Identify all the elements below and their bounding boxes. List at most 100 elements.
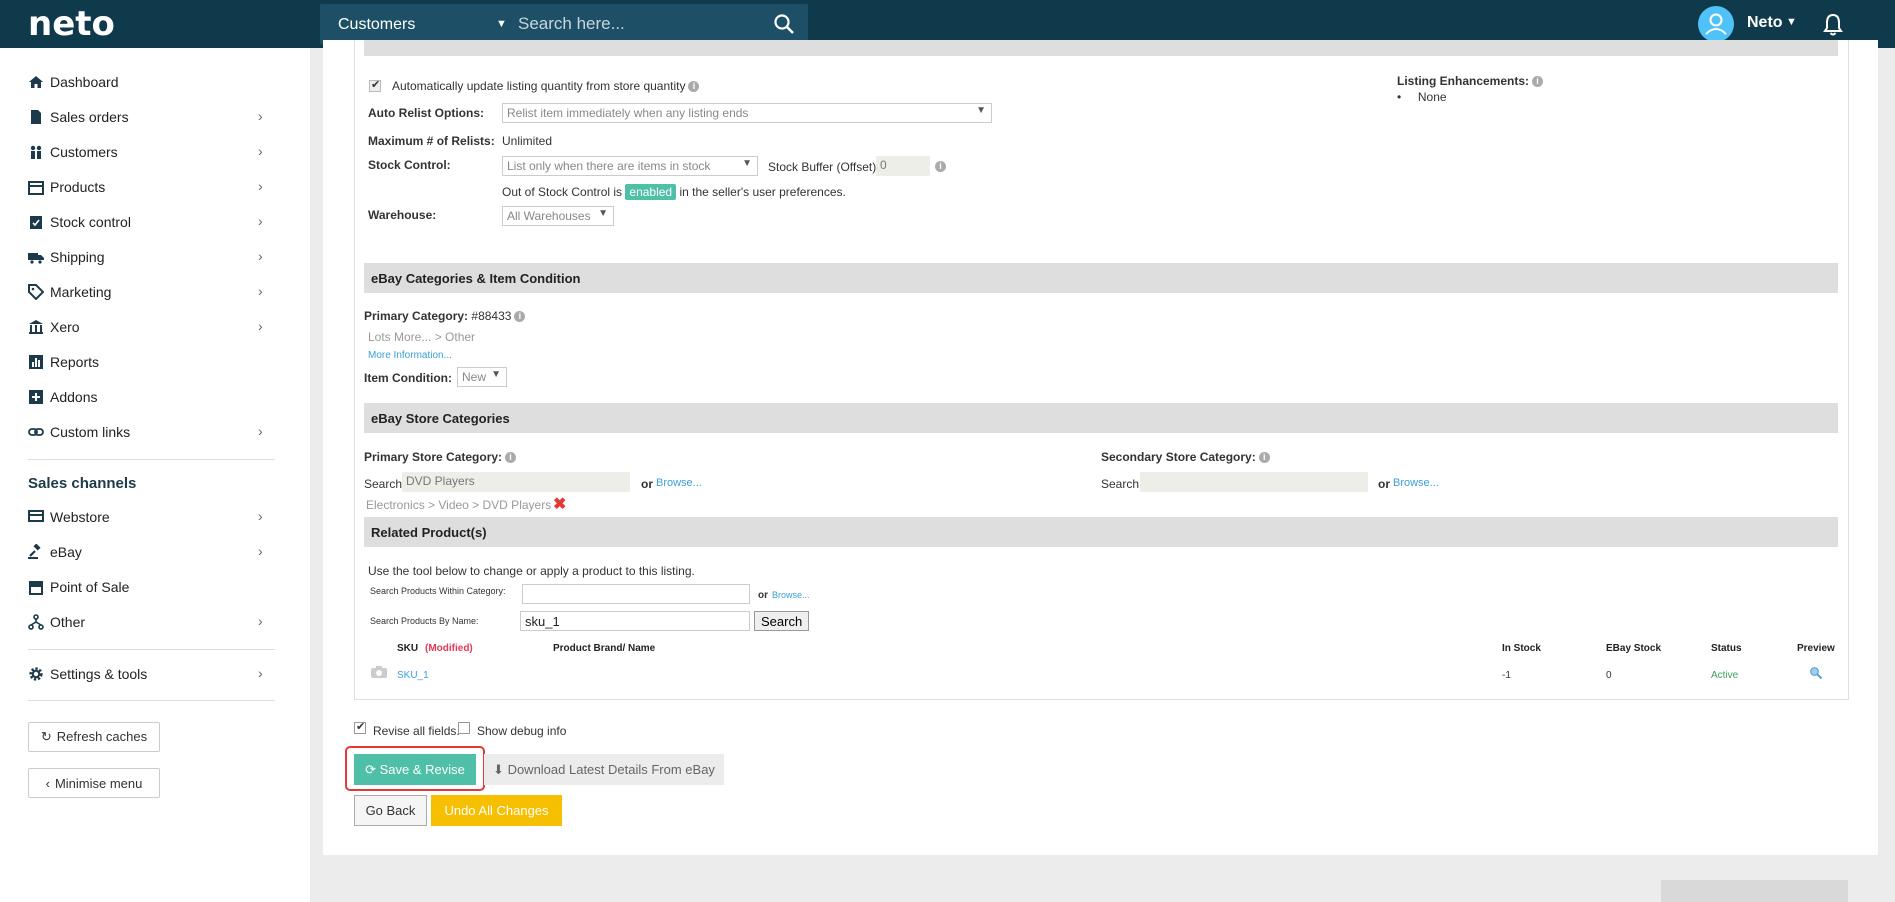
primary-category-path: Lots More... > Other xyxy=(368,330,476,344)
ebay-stock-cell: 0 xyxy=(1606,670,1612,681)
refresh-icon: ↻ xyxy=(40,729,52,744)
primary-store-search-input[interactable]: DVD Players xyxy=(402,472,630,492)
clipboard-icon xyxy=(30,216,42,229)
people-icon xyxy=(30,145,42,159)
primary-browse-link[interactable]: Browse... xyxy=(656,477,702,489)
or-label: or xyxy=(758,590,768,601)
sidebar-item-other[interactable]: Other › xyxy=(28,611,278,635)
bell-icon[interactable] xyxy=(1822,12,1844,36)
revise-all-checkbox[interactable] xyxy=(354,720,366,734)
info-icon[interactable]: i xyxy=(1532,76,1544,88)
caret-down-icon[interactable]: ▼ xyxy=(1786,16,1797,28)
status-badge: Active xyxy=(1711,670,1739,681)
sidebar-footer xyxy=(0,870,310,902)
tag-icon xyxy=(28,284,44,300)
sidebar-item-ebay[interactable]: eBay › xyxy=(28,541,278,565)
download-details-button[interactable]: ⬇ Download Latest Details From eBay xyxy=(484,754,724,785)
col-preview: Preview xyxy=(1797,643,1835,654)
chevron-right-icon: › xyxy=(258,543,263,559)
auto-relist-select[interactable]: Relist item immediately when any listing… xyxy=(502,103,992,123)
secondary-browse-link[interactable]: Browse... xyxy=(1393,477,1439,489)
debug-checkbox[interactable] xyxy=(458,722,470,734)
sidebar-item-point-of-sale[interactable]: Point of Sale xyxy=(28,576,278,600)
sku-link[interactable]: SKU_1 xyxy=(397,670,429,681)
stock-buffer-input[interactable]: 0 xyxy=(876,156,930,176)
preview-search-icon[interactable] xyxy=(1809,666,1823,680)
sidebar-item-settings-tools[interactable]: Settings & tools › xyxy=(28,663,278,687)
sidebar-item-marketing[interactable]: Marketing › xyxy=(28,281,278,305)
minimise-menu-button[interactable]: ‹ Minimise menu xyxy=(28,768,160,798)
store-icon xyxy=(29,581,43,595)
info-icon[interactable]: i xyxy=(1258,452,1270,464)
info-icon[interactable]: i xyxy=(688,81,700,93)
item-condition-label: Item Condition: xyxy=(364,371,452,385)
user-menu-name[interactable]: Neto xyxy=(1747,14,1783,32)
caret-down-icon: ▼ xyxy=(742,158,752,169)
search-scope-select[interactable]: Customers xyxy=(338,16,415,34)
product-search-button[interactable]: Search xyxy=(754,611,810,631)
oos-control-text: Out of Stock Control is enabled in the s… xyxy=(502,184,846,200)
chevron-right-icon: › xyxy=(258,108,263,124)
search-input[interactable] xyxy=(518,10,758,38)
col-status: Status xyxy=(1711,643,1742,654)
avatar[interactable] xyxy=(1698,6,1734,42)
refresh-caches-button[interactable]: ↻ Refresh caches xyxy=(28,722,160,752)
search-icon[interactable] xyxy=(772,12,796,36)
primary-store-category-label: Primary Store Category: xyxy=(364,450,503,464)
neto-logo[interactable]: neto xyxy=(28,4,115,44)
related-intro: Use the tool below to change or apply a … xyxy=(368,564,695,578)
link-icon xyxy=(28,428,44,436)
sidebar-item-dashboard[interactable]: Dashboard xyxy=(28,71,278,95)
more-information-link[interactable]: More Information... xyxy=(368,350,452,361)
listing-enhancements-value: • None xyxy=(1397,90,1447,104)
auto-update-checkbox[interactable] xyxy=(369,78,381,92)
go-back-button[interactable]: Go Back xyxy=(354,795,427,826)
user-icon xyxy=(1705,13,1727,35)
caret-down-icon: ▼ xyxy=(491,369,501,380)
sidebar-item-shipping[interactable]: Shipping › xyxy=(28,246,278,270)
secondary-store-search-input[interactable] xyxy=(1140,472,1368,492)
within-category-input[interactable] xyxy=(522,584,750,604)
sidebar-item-custom-links[interactable]: Custom links › xyxy=(28,421,278,445)
sidebar-item-customers[interactable]: Customers › xyxy=(28,141,278,165)
item-condition-select[interactable]: New ▼ xyxy=(457,367,507,387)
product-name-input[interactable]: sku_1 xyxy=(520,611,750,631)
info-icon[interactable]: i xyxy=(505,452,517,464)
warehouse-select[interactable]: All Warehouses ▼ xyxy=(502,206,614,226)
chevron-right-icon: › xyxy=(258,508,263,524)
save-revise-button[interactable]: ⟳ Save & Revise xyxy=(354,754,476,785)
listing-enhancements-label: Listing Enhancements: xyxy=(1397,74,1530,88)
auto-relist-label: Auto Relist Options: xyxy=(368,106,484,120)
sidebar-item-stock-control[interactable]: Stock control › xyxy=(28,211,278,235)
sidebar-item-products[interactable]: Products › xyxy=(28,176,278,200)
or-label: or xyxy=(641,477,653,491)
sales-channels-heading: Sales channels xyxy=(28,475,137,492)
primary-category-value: #88433 xyxy=(471,309,512,323)
caret-down-icon: ▼ xyxy=(598,208,608,219)
chevron-right-icon: › xyxy=(258,423,263,439)
chevron-right-icon: › xyxy=(258,213,263,229)
sidebar-item-addons[interactable]: Addons xyxy=(28,386,278,410)
sidebar-item-webstore[interactable]: Webstore › xyxy=(28,506,278,530)
sidebar-item-reports[interactable]: Reports xyxy=(28,351,278,375)
revise-all-label: Revise all fields. xyxy=(373,724,460,738)
by-name-label: Search Products By Name: xyxy=(370,616,479,626)
within-category-label: Search Products Within Category: xyxy=(370,586,506,596)
enabled-badge: enabled xyxy=(625,184,677,200)
bank-icon xyxy=(29,320,43,334)
plus-icon xyxy=(29,390,43,404)
undo-changes-button[interactable]: Undo All Changes xyxy=(431,795,562,826)
sidebar-item-xero[interactable]: Xero › xyxy=(28,316,278,340)
chevron-right-icon: › xyxy=(258,665,263,681)
primary-category-label: Primary Category: xyxy=(364,309,469,323)
info-icon[interactable]: i xyxy=(935,161,946,172)
related-browse-link[interactable]: Browse... xyxy=(772,590,810,600)
sidebar: Dashboard Sales orders › Customers › Pro… xyxy=(0,48,310,870)
info-icon[interactable]: i xyxy=(514,311,526,323)
stock-control-select[interactable]: List only when there are items in stock ▼ xyxy=(502,156,758,176)
sidebar-item-sales-orders[interactable]: Sales orders › xyxy=(28,106,278,130)
caret-down-icon[interactable]: ▼ xyxy=(496,18,507,30)
truck-icon xyxy=(28,253,44,264)
document-icon xyxy=(31,110,41,124)
remove-icon[interactable]: ✖ xyxy=(553,494,566,514)
